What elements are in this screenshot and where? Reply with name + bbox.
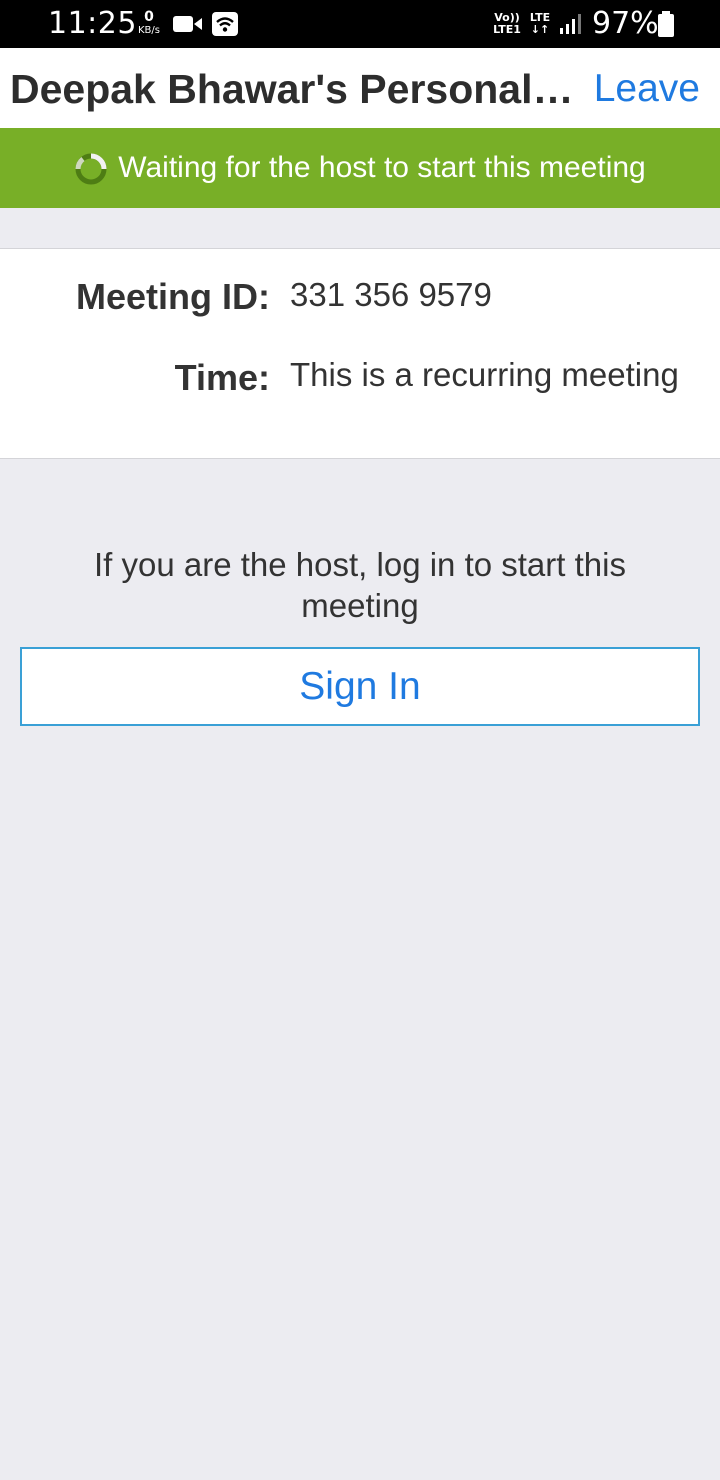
leave-button[interactable]: Leave bbox=[594, 66, 700, 112]
time-value: This is a recurring meeting bbox=[290, 356, 679, 393]
sign-in-button[interactable]: Sign In bbox=[20, 647, 700, 726]
network-speed-unit: KB/s bbox=[138, 25, 160, 36]
battery-icon bbox=[657, 11, 675, 42]
network-speed-value: 0 bbox=[144, 9, 154, 25]
waiting-banner: Waiting for the host to start this meeti… bbox=[0, 128, 720, 208]
meeting-id-label: Meeting ID: bbox=[76, 276, 270, 317]
host-login-hint: If you are the host, log in to start thi… bbox=[94, 546, 626, 624]
status-time: 11:25 bbox=[48, 6, 137, 41]
battery-percent: 97% bbox=[592, 6, 659, 41]
volte-line2: LTE1 bbox=[493, 23, 521, 36]
meeting-id-value: 331 356 9579 bbox=[290, 276, 492, 313]
volte-indicator: Vo)) LTE1 bbox=[492, 12, 522, 36]
signal-icon bbox=[558, 12, 582, 41]
wifi-icon bbox=[212, 12, 238, 41]
meeting-title: Deepak Bhawar's Personal Meeting Room bbox=[10, 66, 580, 112]
meeting-info-card: Meeting ID: 331 356 9579 Time: This is a… bbox=[0, 248, 720, 459]
meeting-header: Deepak Bhawar's Personal Meeting Room Le… bbox=[0, 48, 720, 128]
waiting-message: Waiting for the host to start this meeti… bbox=[118, 151, 646, 184]
status-bar: 11:25 0 KB/s Vo)) LTE1 LTE ↓↑ 97% bbox=[0, 0, 720, 48]
time-label: Time: bbox=[174, 357, 270, 398]
video-camera-icon bbox=[173, 14, 203, 39]
lte-arrows: ↓↑ bbox=[530, 23, 550, 36]
lte-indicator: LTE ↓↑ bbox=[528, 12, 552, 36]
spinner-icon bbox=[74, 152, 108, 186]
network-speed: 0 KB/s bbox=[134, 10, 164, 36]
